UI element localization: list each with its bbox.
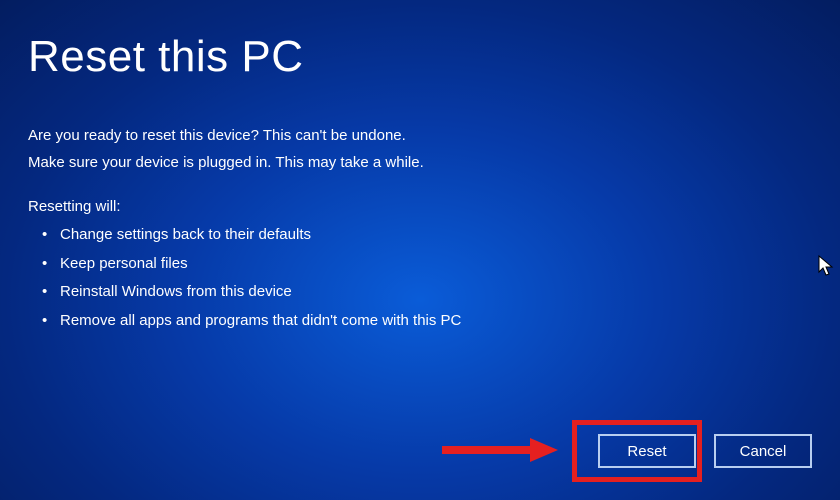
list-item: Remove all apps and programs that didn't…	[46, 307, 812, 336]
button-row: Reset Cancel	[598, 434, 812, 468]
intro-text-line2: Make sure your device is plugged in. Thi…	[28, 149, 812, 176]
list-item: Change settings back to their defaults	[46, 221, 812, 250]
reset-pc-dialog: Reset this PC Are you ready to reset thi…	[0, 0, 840, 367]
list-item: Reinstall Windows from this device	[46, 278, 812, 307]
resetting-will-heading: Resetting will:	[28, 198, 812, 215]
list-item: Keep personal files	[46, 250, 812, 279]
reset-effects-list: Change settings back to their defaults K…	[28, 221, 812, 335]
reset-button[interactable]: Reset	[598, 434, 696, 468]
intro-text-line1: Are you ready to reset this device? This…	[28, 122, 812, 149]
cancel-button[interactable]: Cancel	[714, 434, 812, 468]
page-title: Reset this PC	[28, 32, 812, 82]
annotation-arrow-icon	[438, 436, 558, 464]
